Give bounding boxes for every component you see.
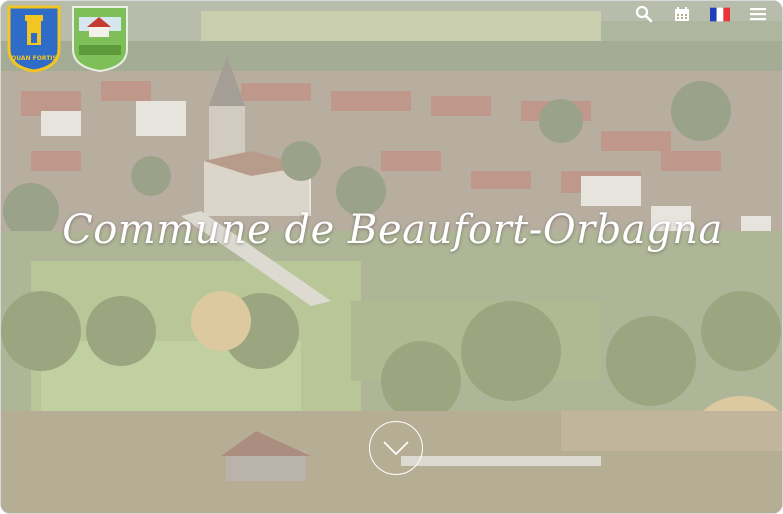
orbagna-crest-icon [72, 6, 128, 73]
french-flag-icon [710, 7, 730, 21]
logo-group: QUAN FORTIS [5, 3, 128, 73]
language-button[interactable] [710, 5, 730, 23]
top-toolbar [634, 5, 768, 23]
beaufort-crest-logo[interactable]: QUAN FORTIS [5, 3, 63, 73]
beaufort-crest-icon [7, 5, 61, 73]
page-title: Commune de Beaufort-Orbagna [62, 207, 723, 253]
calendar-button[interactable] [672, 5, 692, 23]
page-frame: QUAN FORTIS Commune de Beaufort-Orbagna [0, 0, 783, 514]
orbagna-crest-logo[interactable] [69, 3, 128, 73]
chevron-down-icon [383, 441, 409, 456]
menu-icon [750, 8, 766, 21]
crest-motto: QUAN FORTIS [11, 55, 57, 62]
menu-button[interactable] [748, 5, 768, 23]
search-icon [635, 5, 653, 23]
search-button[interactable] [634, 5, 654, 23]
scroll-down-button[interactable] [369, 421, 423, 475]
calendar-icon [675, 7, 689, 21]
